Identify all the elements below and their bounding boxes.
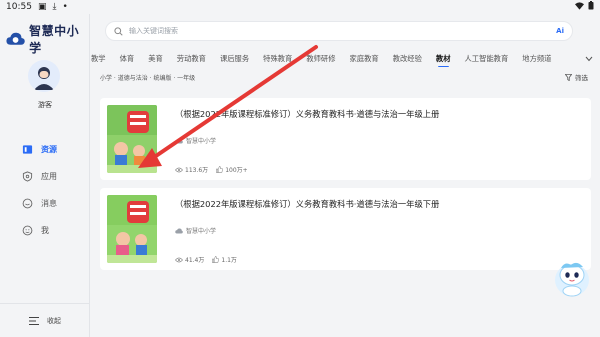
- tab-teaching[interactable]: 教学: [91, 54, 106, 64]
- tab-textbooks[interactable]: 教材: [436, 54, 451, 67]
- like-count: 100万+: [216, 165, 248, 174]
- tabs-expand-button[interactable]: [582, 51, 596, 67]
- book-cover: [107, 105, 157, 173]
- book-publisher: 智慧中小学: [175, 136, 216, 145]
- mascot-icon: [555, 262, 589, 297]
- cloud-logo-icon: [6, 32, 25, 45]
- sidebar-item-messages[interactable]: 消息: [22, 190, 57, 217]
- tab-special-education[interactable]: 特殊教育: [263, 54, 292, 64]
- like-count-value: 1.1万: [221, 257, 237, 264]
- app-name: 智慧中小学: [29, 24, 80, 55]
- like-count-value: 100万+: [225, 167, 248, 174]
- tab-ai-education[interactable]: 人工智能教育: [465, 54, 509, 64]
- sidebar-nav: 资源 应用 消息 我: [22, 136, 57, 244]
- book-cover: [107, 195, 157, 263]
- publisher-name: 智慧中小学: [186, 228, 217, 235]
- status-bar: 10:55 ▣ ⤓ •: [0, 0, 600, 14]
- tab-sports[interactable]: 体育: [120, 54, 135, 64]
- book-card[interactable]: （根据2022年版课程标准修订）义务教育教科书·道德与法治一年级下册 智慧中小学…: [100, 188, 591, 270]
- battery-icon: [588, 1, 594, 13]
- main-content: 输入关键词搜索 Ai 教学 体育 美育 劳动教育 课后服务 特殊教育 教师研修 …: [91, 14, 600, 337]
- book-cover-image: [107, 105, 157, 173]
- avatar[interactable]: [28, 60, 60, 92]
- sidebar-item-label: 应用: [41, 172, 57, 181]
- view-count-value: 41.4万: [185, 257, 205, 264]
- book-icon: [22, 145, 33, 154]
- filter-button[interactable]: 筛选: [565, 72, 588, 82]
- thumbs-up-icon: [212, 256, 220, 263]
- eye-icon: [175, 167, 183, 172]
- category-tabs: 教学 体育 美育 劳动教育 课后服务 特殊教育 教师研修 家庭教育 教改经验 教…: [91, 51, 600, 67]
- thumbs-up-icon: [216, 166, 224, 173]
- tab-after-school[interactable]: 课后服务: [220, 54, 249, 64]
- filter-label: 筛选: [575, 74, 588, 82]
- sidebar-item-apps[interactable]: 应用: [22, 163, 57, 190]
- book-title[interactable]: （根据2022年版课程标准修订）义务教育教科书·道德与法治一年级下册: [175, 198, 439, 210]
- view-count: 41.4万: [175, 255, 204, 264]
- sidebar-item-resources[interactable]: 资源: [22, 136, 57, 163]
- message-icon: [22, 198, 33, 209]
- notification-icon: ▣: [37, 2, 47, 12]
- like-count: 1.1万: [212, 255, 237, 264]
- book-cover-image: [107, 195, 157, 263]
- search-icon: [114, 26, 123, 36]
- sidebar-item-me[interactable]: 我: [22, 217, 57, 244]
- publisher-name: 智慧中小学: [186, 138, 217, 145]
- download-icon: ⤓: [52, 2, 57, 12]
- tab-reform-experience[interactable]: 教改经验: [393, 54, 422, 64]
- book-publisher: 智慧中小学: [175, 226, 216, 235]
- sidebar-item-label: 消息: [41, 199, 57, 208]
- search-input[interactable]: 输入关键词搜索: [129, 26, 178, 36]
- assistant-mascot-button[interactable]: [553, 258, 591, 298]
- search-bar[interactable]: 输入关键词搜索 Ai: [105, 21, 573, 41]
- tab-arts[interactable]: 美育: [148, 54, 163, 64]
- chevron-down-icon: [585, 56, 593, 62]
- view-count: 113.6万: [175, 165, 208, 174]
- filter-icon: [565, 73, 572, 81]
- view-count-value: 113.6万: [185, 167, 209, 174]
- sidebar: 智慧中小学 游客 资源 应用 消息 我 收起: [0, 14, 90, 337]
- tab-teacher-training[interactable]: 教师研修: [306, 54, 335, 64]
- app-logo: 智慧中小学: [6, 22, 89, 56]
- book-title[interactable]: （根据2022年版课程标准修订）义务教育教科书·道德与法治一年级上册: [175, 108, 439, 120]
- tab-labor[interactable]: 劳动教育: [177, 54, 206, 64]
- publisher-logo-icon: [175, 227, 183, 233]
- dot-icon: •: [62, 2, 68, 12]
- menu-icon: [29, 316, 39, 325]
- shield-icon: [22, 171, 33, 182]
- book-stats: 113.6万 100万+: [175, 165, 248, 174]
- user-icon: [22, 225, 33, 236]
- tab-local-channel[interactable]: 地方频道: [522, 54, 551, 64]
- publisher-logo-icon: [175, 137, 183, 143]
- status-time: 10:55: [6, 2, 32, 12]
- breadcrumb[interactable]: 小学 · 道德与法治 · 统编版 · 一年级: [100, 73, 195, 82]
- collapse-label: 收起: [47, 316, 61, 325]
- user-avatar-icon: [28, 60, 60, 92]
- sidebar-item-label: 资源: [41, 145, 57, 154]
- collapse-button[interactable]: 收起: [0, 303, 90, 337]
- sidebar-item-label: 我: [41, 226, 49, 235]
- profile-name: 游客: [38, 101, 52, 109]
- book-card[interactable]: （根据2022年版课程标准修订）义务教育教科书·道德与法治一年级上册 智慧中小学…: [100, 98, 591, 180]
- wifi-icon: [575, 1, 584, 13]
- book-stats: 41.4万 1.1万: [175, 255, 237, 264]
- eye-icon: [175, 257, 183, 262]
- tab-family-education[interactable]: 家庭教育: [350, 54, 379, 64]
- ai-search-button[interactable]: Ai: [556, 27, 564, 35]
